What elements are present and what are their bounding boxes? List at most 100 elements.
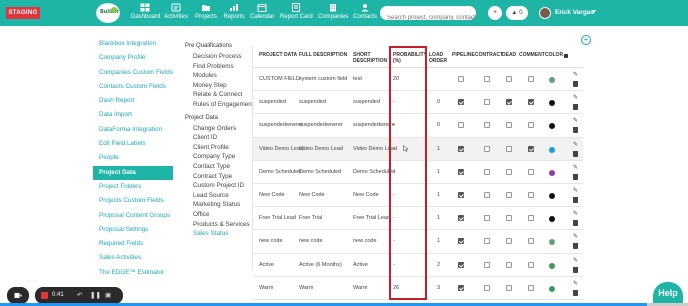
submenu-item[interactable]: Rules of Engagement <box>185 100 254 110</box>
add-row-button[interactable]: + <box>581 35 591 45</box>
pipeline-checkbox[interactable] <box>458 168 464 175</box>
comment-checkbox[interactable] <box>528 284 534 291</box>
sidebar-item[interactable]: Blackbox Integration <box>93 37 173 51</box>
sidebar-item[interactable]: Proposal Settings <box>93 223 173 237</box>
comment-checkbox[interactable] <box>528 261 534 268</box>
submenu-item[interactable]: Company Type <box>185 152 253 162</box>
sidebar-item[interactable]: Dash Report <box>93 94 173 108</box>
trash-icon[interactable] <box>573 220 578 227</box>
nav-contacts[interactable]: Contacts <box>352 3 378 25</box>
color-swatch[interactable] <box>549 146 555 153</box>
edit-pencil-icon[interactable]: ✎ <box>573 234 579 240</box>
trash-icon[interactable] <box>573 127 578 134</box>
trash-icon[interactable] <box>573 289 578 296</box>
nav-companies[interactable]: Companies <box>318 3 348 25</box>
notifications-button[interactable]: ▲ 0 <box>506 6 528 20</box>
dead-checkbox[interactable] <box>506 238 512 245</box>
sidebar-item[interactable]: Edit Field Labels <box>93 137 173 151</box>
dead-checkbox[interactable] <box>506 76 512 82</box>
submenu-item[interactable]: Modules <box>185 71 253 81</box>
pipeline-checkbox[interactable] <box>458 122 464 129</box>
submenu-item[interactable]: Sales Status <box>185 229 253 239</box>
color-swatch[interactable] <box>549 77 555 83</box>
comment-checkbox[interactable] <box>528 238 534 245</box>
trash-icon[interactable] <box>573 243 578 250</box>
color-swatch[interactable] <box>549 192 555 199</box>
dead-checkbox[interactable] <box>506 168 512 175</box>
comment-checkbox[interactable] <box>528 215 534 222</box>
sidebar-item[interactable]: Project Folders <box>93 180 173 194</box>
trash-icon[interactable] <box>573 196 578 203</box>
pipeline-checkbox[interactable] <box>458 261 464 268</box>
search-input[interactable] <box>380 11 476 25</box>
trash-icon[interactable] <box>573 266 578 273</box>
camera-toggle-button[interactable] <box>7 287 29 304</box>
contract-checkbox[interactable] <box>484 238 490 245</box>
submenu-item[interactable]: Custom Project ID <box>185 181 253 191</box>
edit-pencil-icon[interactable]: ✎ <box>573 211 579 217</box>
add-button[interactable]: + <box>488 6 502 20</box>
submenu-item[interactable]: Relate & Connect <box>185 90 253 100</box>
sidebar-item[interactable]: Project Data <box>93 165 173 180</box>
user-avatar[interactable] <box>539 7 551 19</box>
sidebar-item[interactable]: Company Profile <box>93 51 173 65</box>
submenu-item[interactable]: Decision Process <box>185 52 253 62</box>
color-swatch[interactable] <box>549 262 555 269</box>
pipeline-checkbox[interactable] <box>458 191 464 198</box>
dead-checkbox[interactable] <box>506 99 512 106</box>
color-swatch[interactable] <box>549 239 555 246</box>
color-swatch[interactable] <box>549 123 555 130</box>
pipeline-checkbox[interactable] <box>458 99 464 106</box>
app-logo[interactable]: BuildIt <box>96 3 120 23</box>
nav-report-card[interactable]: Report Card <box>280 3 313 25</box>
global-search[interactable] <box>380 6 476 25</box>
undo-icon[interactable]: ↶ <box>77 292 82 299</box>
submenu-item[interactable]: Lead Source <box>185 191 253 201</box>
submenu-item[interactable]: Client Profile <box>185 143 253 153</box>
nav-dashboard[interactable]: Dashboard <box>131 3 160 25</box>
submenu-item[interactable]: Marketing Status <box>185 200 253 210</box>
comment-checkbox[interactable] <box>528 145 534 152</box>
submenu-item[interactable]: Client ID <box>185 133 253 143</box>
trash-icon[interactable] <box>573 104 578 111</box>
comment-checkbox[interactable] <box>528 76 534 82</box>
submenu-item[interactable]: Products & Services <box>185 220 253 230</box>
sidebar-item[interactable]: Data Import <box>93 108 173 122</box>
comment-checkbox[interactable] <box>528 122 534 129</box>
dead-checkbox[interactable] <box>506 145 512 152</box>
sidebar-item[interactable]: The EDGE™ Estimator <box>93 266 173 280</box>
trash-icon[interactable] <box>573 81 578 87</box>
comment-checkbox[interactable] <box>528 99 534 106</box>
submenu-item[interactable]: Change Orders <box>185 124 253 134</box>
nav-activities[interactable]: Activities <box>162 3 190 25</box>
dead-checkbox[interactable] <box>506 122 512 129</box>
comment-checkbox[interactable] <box>528 168 534 175</box>
contract-checkbox[interactable] <box>484 284 490 291</box>
pipeline-checkbox[interactable] <box>458 76 464 82</box>
contract-checkbox[interactable] <box>484 122 490 129</box>
pipeline-checkbox[interactable] <box>458 238 464 245</box>
contract-checkbox[interactable] <box>484 261 490 268</box>
edit-pencil-icon[interactable]: ✎ <box>573 142 579 148</box>
dead-checkbox[interactable] <box>506 261 512 268</box>
edit-pencil-icon[interactable]: ✎ <box>573 118 579 124</box>
dead-checkbox[interactable] <box>506 215 512 222</box>
sidebar-item[interactable]: Sales Activities <box>93 251 173 265</box>
edit-pencil-icon[interactable]: ✎ <box>573 165 579 171</box>
pause-icon[interactable]: ❚❚ <box>90 292 101 299</box>
trash-icon[interactable] <box>573 150 578 157</box>
sidebar-item[interactable]: DataForma Integration <box>93 123 173 137</box>
submenu-item[interactable]: Find Problems <box>185 62 253 72</box>
dead-checkbox[interactable] <box>506 284 512 291</box>
sidebar-item[interactable]: People <box>93 151 173 165</box>
contract-checkbox[interactable] <box>484 215 490 222</box>
edit-pencil-icon[interactable]: ✎ <box>573 95 579 101</box>
comment-checkbox[interactable] <box>528 191 534 198</box>
nav-calendar[interactable]: Calendar <box>250 3 274 25</box>
contract-checkbox[interactable] <box>484 168 490 175</box>
delete-recording-icon[interactable]: ▣ <box>105 292 111 299</box>
sidebar-item[interactable]: Companies Custom Fields <box>93 66 173 80</box>
color-swatch[interactable] <box>549 216 555 223</box>
nav-projects[interactable]: Projects <box>194 3 218 25</box>
trash-icon[interactable] <box>573 173 578 180</box>
